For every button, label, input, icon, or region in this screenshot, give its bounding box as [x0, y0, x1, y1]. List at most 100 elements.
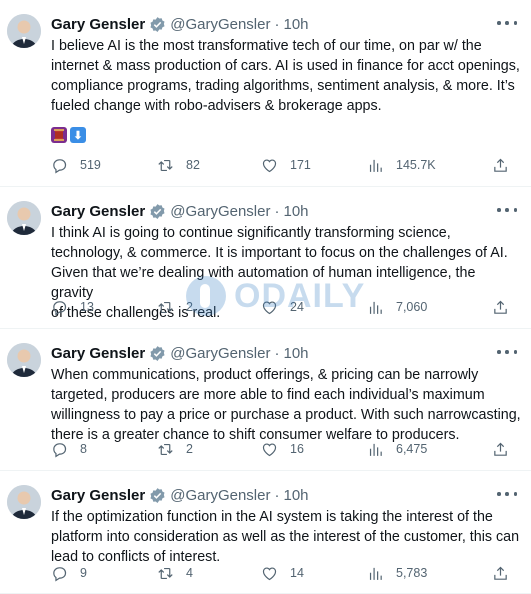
views-button[interactable]: 6,475: [367, 439, 427, 459]
down-arrow-emoji: ⬇: [70, 127, 86, 143]
verified-badge-icon: [149, 487, 166, 504]
emoji-row: ⬇: [51, 127, 86, 143]
action-bar: 8 2 16 6,475: [51, 439, 511, 459]
heart-icon: [262, 442, 277, 456]
share-button[interactable]: [492, 297, 509, 317]
author-handle[interactable]: @GaryGensler: [170, 203, 270, 220]
heart-icon: [262, 300, 277, 314]
tweet-text: I believe AI is the most transformative …: [51, 38, 520, 114]
tweet-header: Gary Gensler @GaryGensler · 10h: [51, 484, 309, 506]
retweet-count: 2: [186, 442, 193, 456]
separator-dot: ·: [274, 344, 280, 362]
author-handle[interactable]: @GaryGensler: [170, 487, 270, 504]
retweet-count: 4: [186, 566, 193, 580]
tweet-1[interactable]: Gary Gensler @GaryGensler · 10h I believ…: [0, 0, 531, 187]
timestamp[interactable]: 10h: [283, 487, 308, 504]
views-button[interactable]: 5,783: [367, 563, 427, 583]
reply-icon: [53, 158, 67, 173]
like-button[interactable]: 24: [261, 297, 304, 317]
verified-badge-icon: [149, 203, 166, 220]
avatar[interactable]: [7, 14, 41, 48]
more-options-icon[interactable]: [497, 203, 517, 217]
heart-icon: [262, 566, 277, 580]
view-count: 7,060: [396, 300, 428, 314]
retweet-icon: [158, 301, 173, 313]
tweet-header: Gary Gensler @GaryGensler · 10h: [51, 342, 309, 364]
retweet-button[interactable]: 82: [157, 155, 200, 175]
tweet-header: Gary Gensler @GaryGensler · 10h: [51, 200, 309, 222]
tweet-2[interactable]: Gary Gensler @GaryGensler · 10h I think …: [0, 187, 531, 329]
like-count: 24: [290, 300, 304, 314]
action-bar: 519 82 171 145.7K: [51, 155, 511, 175]
separator-dot: ·: [274, 202, 280, 220]
more-options-icon[interactable]: [497, 487, 517, 501]
avatar[interactable]: [7, 343, 41, 377]
like-count: 171: [290, 158, 311, 172]
action-bar: 13 2 24 7,060: [51, 297, 511, 317]
share-icon: [494, 158, 507, 172]
timestamp[interactable]: 10h: [283, 203, 308, 220]
share-icon: [494, 442, 507, 456]
reply-count: 9: [80, 566, 87, 580]
tweet-4[interactable]: Gary Gensler @GaryGensler · 10h If the o…: [0, 471, 531, 594]
author-name[interactable]: Gary Gensler: [51, 487, 145, 504]
timestamp[interactable]: 10h: [283, 16, 308, 33]
heart-icon: [262, 158, 277, 172]
author-name[interactable]: Gary Gensler: [51, 345, 145, 362]
timestamp[interactable]: 10h: [283, 345, 308, 362]
reply-count: 13: [80, 300, 94, 314]
retweet-button[interactable]: 2: [157, 297, 193, 317]
views-chart-icon: [369, 301, 382, 314]
thread-spool-emoji: [51, 127, 67, 143]
separator-dot: ·: [274, 486, 280, 504]
author-name[interactable]: Gary Gensler: [51, 203, 145, 220]
views-chart-icon: [369, 159, 382, 172]
verified-badge-icon: [149, 345, 166, 362]
tweet-3[interactable]: Gary Gensler @GaryGensler · 10h When com…: [0, 329, 531, 471]
views-chart-icon: [369, 567, 382, 580]
reply-button[interactable]: 8: [51, 439, 87, 459]
retweet-icon: [158, 443, 173, 455]
reply-button[interactable]: 519: [51, 155, 101, 175]
like-button[interactable]: 171: [261, 155, 311, 175]
tweet-text: If the optimization function in the AI s…: [51, 509, 520, 565]
author-handle[interactable]: @GaryGensler: [170, 16, 270, 33]
views-button[interactable]: 7,060: [367, 297, 427, 317]
share-button[interactable]: [492, 563, 509, 583]
reply-icon: [53, 442, 67, 457]
retweet-button[interactable]: 4: [157, 563, 193, 583]
view-count: 5,783: [396, 566, 428, 580]
separator-dot: ·: [274, 15, 280, 33]
avatar[interactable]: [7, 201, 41, 235]
tweet-text: When communications, product offerings, …: [51, 367, 521, 443]
like-button[interactable]: 16: [261, 439, 304, 459]
retweet-icon: [158, 567, 173, 579]
reply-count: 8: [80, 442, 87, 456]
share-icon: [494, 566, 507, 580]
tweet-header: Gary Gensler @GaryGensler · 10h: [51, 13, 309, 35]
share-button[interactable]: [492, 439, 509, 459]
views-button[interactable]: 145.7K: [367, 155, 436, 175]
reply-icon: [53, 566, 67, 581]
avatar[interactable]: [7, 485, 41, 519]
like-button[interactable]: 14: [261, 563, 304, 583]
share-button[interactable]: [492, 155, 509, 175]
reply-button[interactable]: 13: [51, 297, 94, 317]
reply-icon: [53, 300, 67, 315]
retweet-count: 82: [186, 158, 200, 172]
reply-button[interactable]: 9: [51, 563, 87, 583]
more-options-icon[interactable]: [497, 16, 517, 30]
share-icon: [494, 300, 507, 314]
retweet-count: 2: [186, 300, 193, 314]
verified-badge-icon: [149, 16, 166, 33]
like-count: 16: [290, 442, 304, 456]
more-options-icon[interactable]: [497, 345, 517, 359]
action-bar: 9 4 14 5,783: [51, 563, 511, 583]
retweet-button[interactable]: 2: [157, 439, 193, 459]
author-name[interactable]: Gary Gensler: [51, 16, 145, 33]
view-count: 145.7K: [396, 158, 436, 172]
views-chart-icon: [369, 443, 382, 456]
author-handle[interactable]: @GaryGensler: [170, 345, 270, 362]
reply-count: 519: [80, 158, 101, 172]
like-count: 14: [290, 566, 304, 580]
